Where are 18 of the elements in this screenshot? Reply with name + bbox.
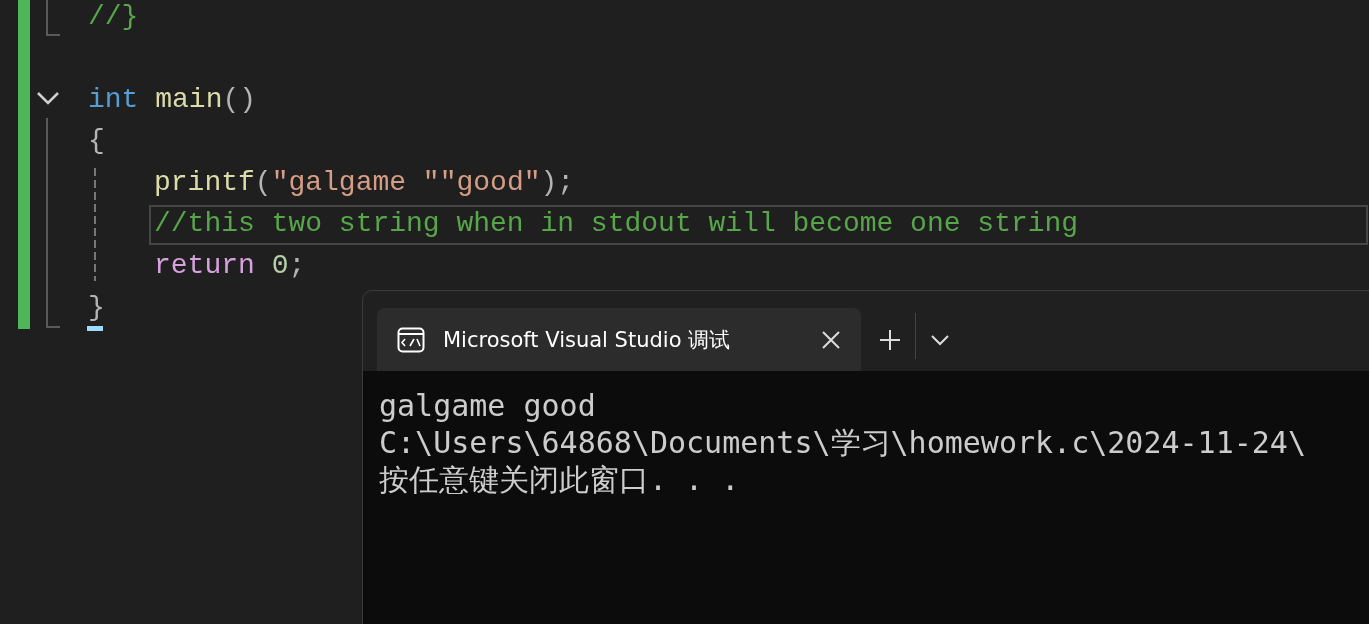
terminal-tab[interactable]: Microsoft Visual Studio 调试 — [377, 308, 861, 371]
chevron-down-icon[interactable] — [930, 333, 950, 346]
code-line: return 0; — [154, 250, 306, 283]
text-cursor — [87, 326, 103, 331]
output-line: 按任意键关闭此窗口. . . — [379, 461, 741, 498]
output-line: galgame good — [379, 387, 597, 424]
output-line: C:\Users\64868\Documents\学习\homework.c\2024-11-24\ — [379, 424, 1307, 461]
chevron-icon[interactable] — [36, 90, 60, 107]
code-line: //} — [88, 0, 139, 33]
code-line: } — [88, 291, 105, 324]
close-icon[interactable] — [821, 329, 841, 350]
code-line: //this two string when in stdout will become one string — [154, 208, 1079, 241]
code-line: int main() — [88, 83, 257, 116]
plus-icon[interactable] — [879, 328, 901, 351]
code-line: { — [88, 125, 105, 158]
console-icon — [397, 326, 425, 353]
tab-title: Microsoft Visual Studio 调试 — [443, 326, 732, 354]
code-line: printf("galgame ""good"); — [154, 166, 575, 200]
